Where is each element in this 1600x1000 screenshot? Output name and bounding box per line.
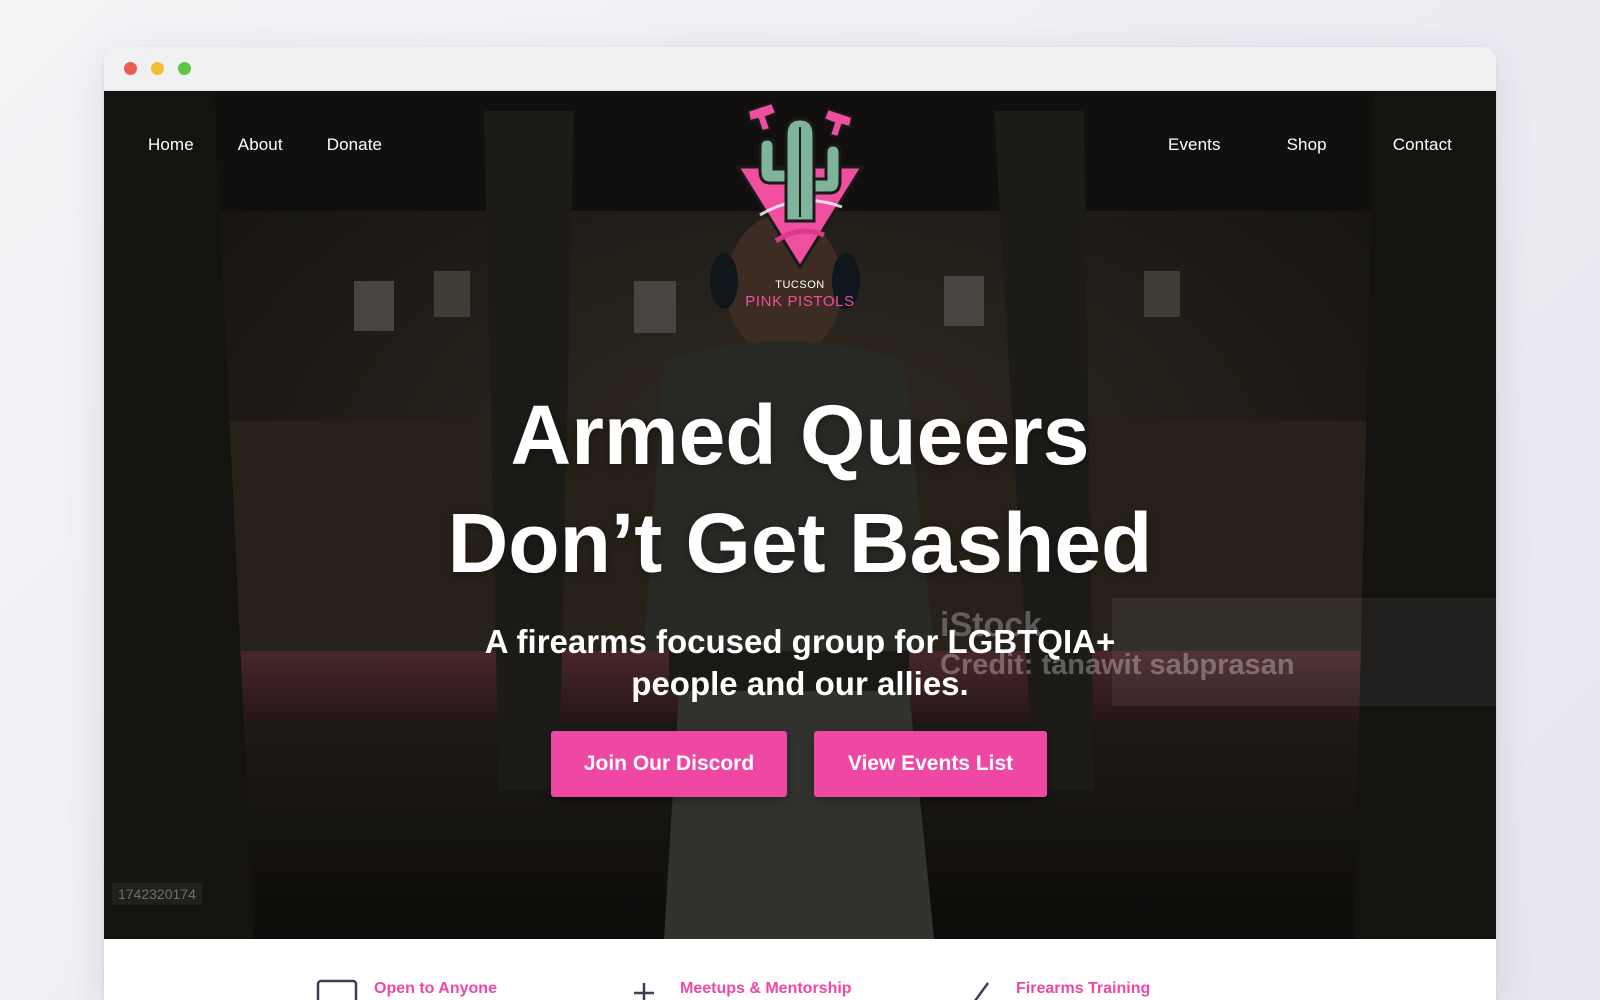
stock-image-id: 1742320174 xyxy=(112,883,202,905)
feature-label: Firearms Training xyxy=(1016,980,1151,997)
close-window-icon[interactable] xyxy=(124,62,137,75)
join-discord-button[interactable]: Join Our Discord xyxy=(551,731,787,797)
feature-label: Open to Anyone xyxy=(374,980,497,997)
nav-left: Home About Donate xyxy=(148,135,382,155)
nav-shop-link[interactable]: Shop xyxy=(1287,135,1327,155)
window-titlebar xyxy=(104,47,1496,91)
features-strip: Open to Anyone Meetups & Mentorship Fire… xyxy=(104,939,1496,1000)
nav-donate-link[interactable]: Donate xyxy=(327,135,382,155)
hero-section: Home About Donate TUCSON PINK PISTOLS Ev… xyxy=(104,91,1496,939)
nav-home-link[interactable]: Home xyxy=(148,135,194,155)
logo-city-text: TUCSON xyxy=(775,279,825,291)
feature-label: Meetups & Mentorship xyxy=(680,980,852,997)
target-icon xyxy=(974,982,990,1000)
nav-right: Events Shop Contact xyxy=(1168,135,1452,155)
logo-name-text: PINK PISTOLS xyxy=(745,293,855,310)
maximize-window-icon[interactable] xyxy=(178,62,191,75)
cactus-pistols-logo-icon xyxy=(735,101,865,270)
card-icon xyxy=(316,979,358,1000)
people-icon xyxy=(634,983,654,1000)
nav-about-link[interactable]: About xyxy=(238,135,283,155)
hero-headline: Armed Queers Don’t Get Bashed xyxy=(104,381,1496,597)
browser-window: Home About Donate TUCSON PINK PISTOLS Ev… xyxy=(104,47,1496,1000)
site-logo[interactable]: TUCSON PINK PISTOLS xyxy=(720,95,880,315)
watermark-credit: Credit: tanawit sabprasan xyxy=(940,649,1295,681)
minimize-window-icon[interactable] xyxy=(151,62,164,75)
headline-line-2: Don’t Get Bashed xyxy=(447,496,1153,590)
nav-events-link[interactable]: Events xyxy=(1168,135,1221,155)
feature-open-to-anyone: Open to Anyone xyxy=(316,975,497,1000)
nav-contact-link[interactable]: Contact xyxy=(1393,135,1452,155)
view-events-button[interactable]: View Events List xyxy=(814,731,1047,797)
headline-line-1: Armed Queers xyxy=(510,388,1090,482)
feature-meetups-mentorship: Meetups & Mentorship xyxy=(622,975,852,1000)
feature-firearms-training: Firearms Training xyxy=(958,975,1150,1000)
